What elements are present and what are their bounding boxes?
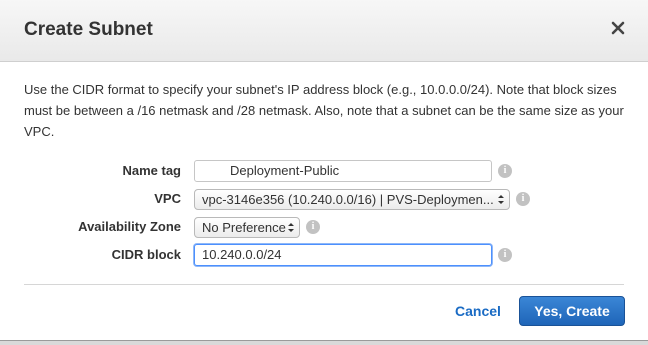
vpc-select-value: vpc-3146e356 (10.240.0.0/16) | PVS-Deplo… [202,192,494,207]
cidr-block-input[interactable]: 10.240.0.0/24 [194,244,492,266]
yes-create-button[interactable]: Yes, Create [519,296,625,326]
dialog-description: Use the CIDR format to specify your subn… [24,82,624,139]
name-tag-label: Name tag [122,163,181,178]
availability-zone-info-icon[interactable]: i [306,220,320,234]
vpc-info-icon[interactable]: i [516,192,530,206]
name-tag-input[interactable]: Deployment-Public [194,160,492,182]
availability-zone-label: Availability Zone [78,219,181,234]
name-tag-info-icon[interactable]: i [498,164,512,178]
select-arrows-icon [288,223,294,232]
cancel-button[interactable]: Cancel [455,303,501,319]
availability-zone-value: No Preference [202,220,286,235]
cidr-block-label: CIDR block [111,247,181,262]
create-subnet-dialog: Create Subnet Use the CIDR format to spe… [0,0,648,341]
cidr-block-info-icon[interactable]: i [498,248,512,262]
dialog-title: Create Subnet [24,19,153,40]
close-icon[interactable] [608,18,628,38]
footer-divider [24,284,624,285]
dialog-header: Create Subnet [0,0,648,62]
select-arrows-icon [498,195,504,204]
vpc-label: VPC [154,191,181,206]
availability-zone-select[interactable]: No Preference [194,217,300,238]
vpc-select[interactable]: vpc-3146e356 (10.240.0.0/16) | PVS-Deplo… [194,189,510,210]
